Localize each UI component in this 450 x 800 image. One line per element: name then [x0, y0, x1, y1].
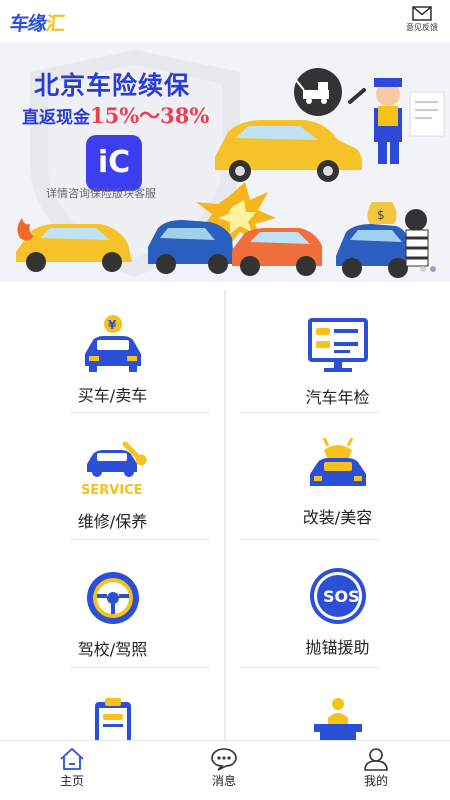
nav-label: 主页	[59, 774, 84, 788]
bottom-nav: 主页 消息 我的	[0, 740, 450, 800]
service-label: 买车/卖车	[77, 386, 148, 405]
svg-text:¥: ¥	[108, 318, 117, 332]
services-grid: ¥ 买车/卖车 汽车年检 SERVICE 维修/保养 改装/美容 驾校/驾照 S…	[0, 282, 450, 740]
service-car-icon: SERVICE	[81, 441, 146, 498]
nav-messages[interactable]: 消息	[174, 741, 274, 789]
banner-title: 北京车险续保	[34, 71, 191, 100]
service-driving-school[interactable]: 驾校/驾照	[0, 566, 225, 660]
clipboard-car-icon	[94, 698, 131, 740]
feedback-button[interactable]: 意见反馈	[402, 6, 442, 33]
svg-text:$: $	[377, 208, 385, 222]
monitor-cars-icon	[307, 318, 368, 372]
grid-divider	[240, 412, 380, 413]
ic-logo-icon: iC	[86, 135, 142, 191]
chat-bubble-icon	[211, 748, 237, 771]
service-label: 汽车年检	[305, 388, 370, 407]
home-icon	[60, 747, 84, 770]
steering-wheel-icon	[86, 572, 139, 624]
feedback-label: 意见反馈	[406, 23, 438, 32]
promo-banner[interactable]: $ 北京车险续保 直返现金15%～38% iC 详情咨询保险版块客服	[0, 42, 450, 282]
service-repair[interactable]: SERVICE 维修/保养	[0, 438, 225, 532]
sos-badge-icon: SOS	[309, 568, 366, 624]
desk-person-icon	[313, 698, 362, 740]
grid-divider	[70, 539, 210, 540]
logo-accent-text: 汇	[44, 13, 66, 35]
grid-divider	[70, 412, 210, 413]
service-modify[interactable]: 改装/美容	[225, 434, 450, 528]
grid-divider	[240, 667, 380, 668]
service-icon-text: SERVICE	[81, 483, 143, 498]
service-label: 抛锚援助	[305, 638, 370, 657]
ic-logo-text: iC	[97, 145, 131, 180]
nav-label: 消息	[211, 774, 236, 788]
grid-divider	[70, 667, 210, 668]
service-item-7[interactable]	[0, 694, 225, 740]
service-label: 驾校/驾照	[77, 640, 148, 659]
service-label: 维修/保养	[77, 512, 148, 531]
banner-subtitle: 直返现金15%～38%	[22, 100, 209, 130]
service-label: 改装/美容	[302, 508, 373, 527]
logo-main-text: 车缘	[8, 13, 48, 35]
car-coin-icon: ¥	[84, 315, 141, 372]
service-item-8[interactable]	[225, 694, 450, 740]
sos-text: SOS	[323, 587, 360, 606]
nav-profile[interactable]: 我的	[326, 741, 426, 789]
banner-subtitle-prefix: 直返现金	[22, 108, 90, 128]
user-icon	[364, 748, 388, 771]
service-inspection[interactable]: 汽车年检	[225, 314, 450, 408]
service-buy-sell[interactable]: ¥ 买车/卖车	[0, 312, 225, 406]
nav-label: 我的	[363, 774, 388, 788]
app-logo: 车缘汇	[9, 9, 66, 36]
nav-home[interactable]: 主页	[22, 741, 122, 789]
grid-divider	[240, 539, 380, 540]
service-rescue[interactable]: SOS 抛锚援助	[225, 564, 450, 658]
app-header: 车缘汇 意见反馈	[0, 0, 450, 42]
car-decor-icon	[309, 437, 366, 486]
banner-cashback-pct: 15%～38%	[90, 103, 210, 128]
carousel-dot	[420, 266, 426, 272]
mail-icon	[412, 6, 432, 21]
banner-caption: 详情咨询保险版块客服	[46, 187, 156, 200]
carousel-dot-active	[430, 266, 436, 272]
